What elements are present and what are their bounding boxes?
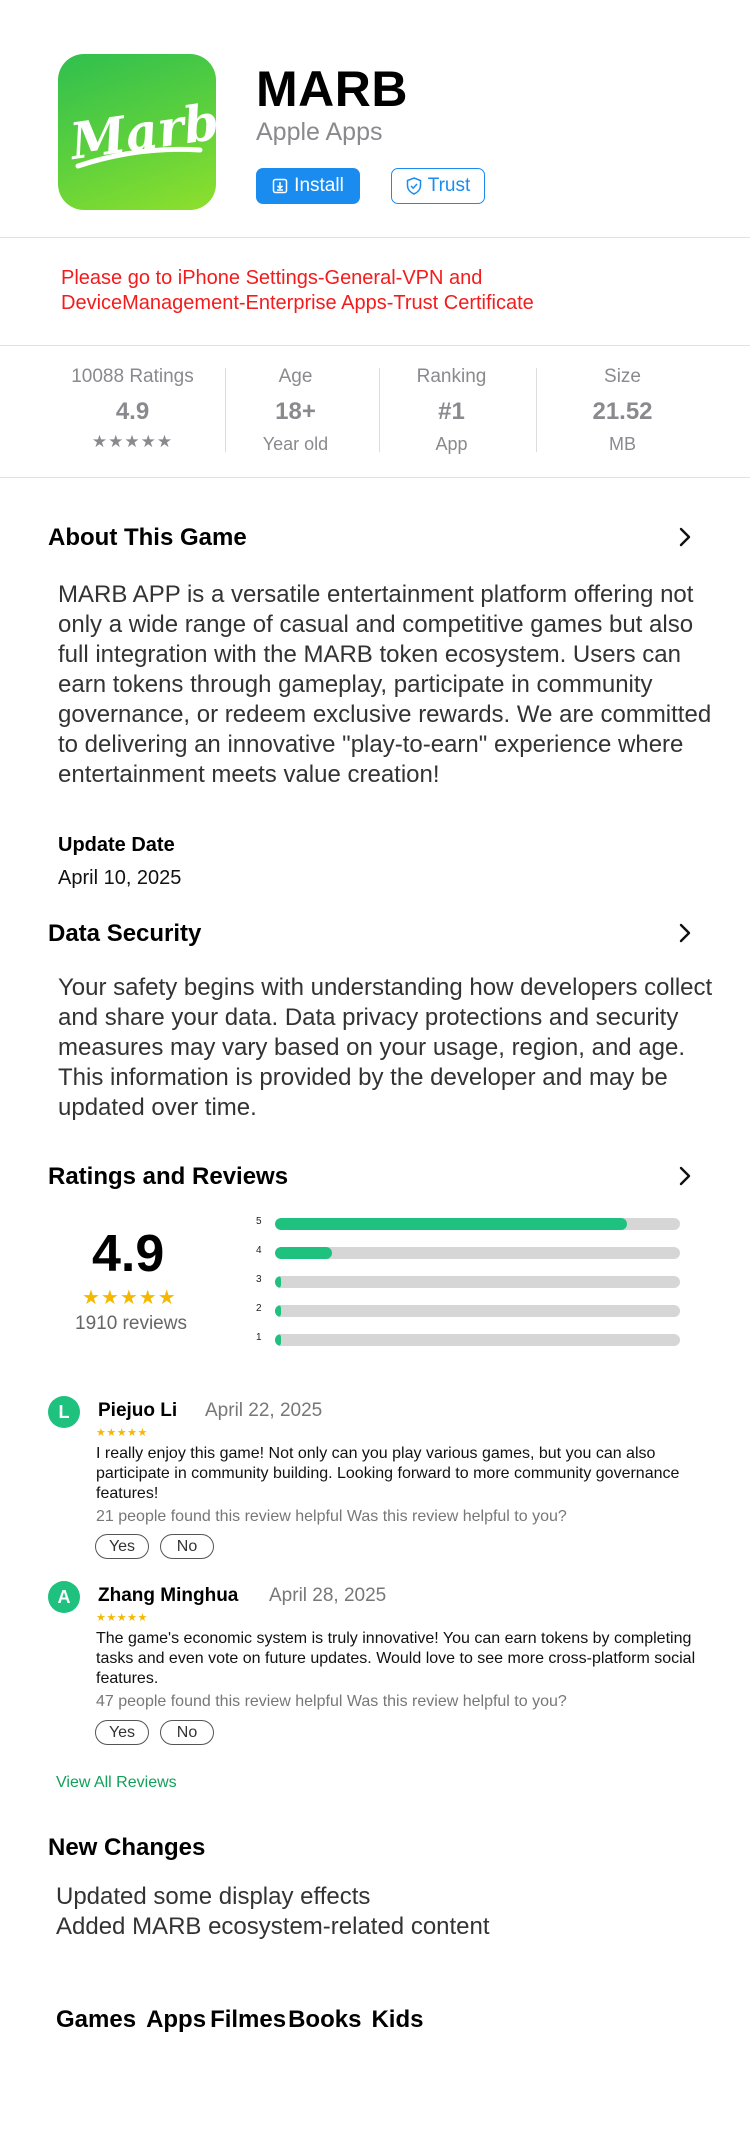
review-stars: ★★★★★ (96, 1612, 148, 1624)
stat-value: 4.9 (115, 398, 150, 425)
notice-line-1: Please go to iPhone Settings-General-VPN… (61, 267, 483, 289)
update-date-value: April 10, 2025 (58, 867, 182, 889)
avatar: L (48, 1396, 80, 1428)
rating-bar-star-label: 2 (256, 1303, 262, 1314)
rating-bar-track (275, 1276, 680, 1288)
stat-value: 21.52 (592, 398, 653, 425)
rating-bar-track (275, 1218, 680, 1230)
nav-filmes[interactable]: Filmes (210, 2006, 286, 2034)
stat-sub: Year old (262, 434, 329, 454)
review-card: A Zhang Minghua April 28, 2025 ★★★★★ The… (48, 1581, 698, 1753)
stat-sub: MB (609, 434, 636, 454)
rating-bar-star-label: 4 (256, 1245, 262, 1256)
install-label: Install (294, 175, 344, 196)
change-item: Updated some display effects (56, 1883, 371, 1910)
app-subtitle: Apple Apps (256, 118, 383, 146)
download-icon (272, 178, 288, 194)
review-text: The game's economic system is truly inno… (96, 1630, 696, 1687)
stat-label: Age (278, 366, 313, 387)
install-button[interactable]: Install (256, 168, 360, 204)
rating-stars: ★★★★★ (82, 1287, 177, 1309)
ratings-title: Ratings and Reviews (48, 1163, 289, 1190)
security-chevron-right-icon[interactable] (674, 922, 696, 944)
ratings-chevron-right-icon[interactable] (674, 1165, 696, 1187)
security-description: Your safety begins with understanding ho… (58, 974, 713, 1121)
stat-value: #1 (438, 398, 465, 425)
stat-label: Ranking (416, 366, 487, 387)
nav-games[interactable]: Games (56, 2006, 136, 2034)
trust-button[interactable]: Trust (391, 168, 485, 204)
stat-stars: ★★★★★ (91, 432, 174, 451)
app-stats: 10088 Ratings 4.9 ★★★★★ Age 18+ Year old… (0, 346, 750, 478)
nav-kids[interactable]: Kids (371, 2006, 423, 2034)
changes-list: Updated some display effects Added MARB … (56, 1882, 490, 1942)
notice-line-2: DeviceManagement-Enterprise Apps-Trust C… (61, 292, 534, 314)
divider (536, 368, 537, 452)
reviewer-name: Zhang Minghua (98, 1585, 239, 1606)
rating-bar-fill (275, 1276, 282, 1288)
rating-bar-row: 3 (256, 1274, 681, 1288)
view-all-reviews-link[interactable]: View All Reviews (56, 1774, 177, 1792)
review-no-button[interactable]: No (160, 1720, 214, 1745)
review-date: April 22, 2025 (205, 1400, 323, 1421)
bottom-category-nav: Games Apps Filmes Books Kids (56, 2006, 423, 2034)
app-icon: Marb (58, 54, 216, 210)
review-yes-button[interactable]: Yes (95, 1720, 149, 1745)
stat-sub: App (435, 434, 468, 454)
security-title: Data Security (48, 920, 202, 947)
divider (225, 368, 226, 452)
stat-ranking: Ranking #1 App (393, 366, 510, 455)
rating-bar-track (275, 1334, 680, 1346)
nav-apps[interactable]: Apps (146, 2006, 206, 2034)
review-text: I really enjoy this game! Not only can y… (96, 1445, 680, 1502)
trust-notice: Please go to iPhone Settings-General-VPN… (0, 238, 750, 346)
stat-size: Size 21.52 MB (560, 366, 685, 455)
about-chevron-right-icon[interactable] (674, 526, 696, 548)
review-card: L Piejuo Li April 22, 2025 ★★★★★ I reall… (48, 1396, 698, 1568)
nav-books[interactable]: Books (288, 2006, 361, 2034)
rating-bar-fill (275, 1218, 628, 1230)
rating-bar-star-label: 3 (256, 1274, 262, 1285)
rating-bar-row: 1 (256, 1332, 681, 1346)
avatar: A (48, 1581, 80, 1613)
rating-bar-row: 5 (256, 1216, 681, 1230)
app-header: Marb MARB Apple Apps Install Trust (0, 0, 750, 238)
review-yes-button[interactable]: Yes (95, 1534, 149, 1559)
app-title: MARB (256, 61, 408, 117)
rating-bar-row: 4 (256, 1245, 681, 1259)
average-rating: 4.9 (92, 1225, 165, 1283)
rating-bar-track (275, 1305, 680, 1317)
rating-bar-track (275, 1247, 680, 1259)
trust-label: Trust (427, 175, 471, 196)
rating-bar-fill (275, 1247, 332, 1259)
stat-age: Age 18+ Year old (238, 366, 353, 455)
review-stars: ★★★★★ (96, 1427, 148, 1439)
review-helpful-text: 21 people found this review helpful Was … (96, 1508, 567, 1525)
review-count: 1910 reviews (75, 1313, 187, 1334)
rating-bar-star-label: 5 (256, 1216, 262, 1227)
app-logo-text: Marb (65, 92, 216, 171)
rating-bar-fill (275, 1334, 282, 1346)
review-date: April 28, 2025 (269, 1585, 387, 1606)
stat-label: Size (604, 366, 641, 387)
stat-value: 18+ (275, 398, 316, 425)
update-date-label: Update Date (58, 834, 175, 856)
review-helpful-text: 47 people found this review helpful Was … (96, 1693, 567, 1710)
shield-icon (406, 177, 421, 195)
stat-ratings: 10088 Ratings 4.9 ★★★★★ (50, 366, 215, 452)
rating-bar-row: 2 (256, 1303, 681, 1317)
reviewer-name: Piejuo Li (98, 1400, 178, 1421)
changes-title: New Changes (48, 1834, 206, 1861)
review-no-button[interactable]: No (160, 1534, 214, 1559)
about-title: About This Game (48, 524, 247, 551)
rating-bar-fill (275, 1305, 282, 1317)
notice-text: Please go to iPhone Settings-General-VPN… (61, 266, 711, 316)
divider (379, 368, 380, 452)
stat-label: 10088 Ratings (71, 366, 194, 387)
rating-bar-star-label: 1 (256, 1332, 262, 1343)
about-description: MARB APP is a versatile entertainment pl… (58, 581, 712, 788)
change-item: Added MARB ecosystem-related content (56, 1913, 490, 1940)
